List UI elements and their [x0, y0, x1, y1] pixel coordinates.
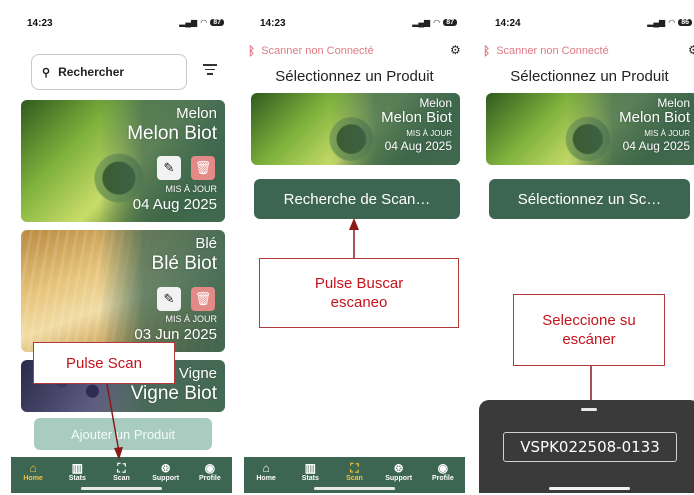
home-icon: ⌂	[29, 461, 37, 475]
bar-chart-icon: ▥	[304, 461, 316, 475]
status-bar: 14:24 ▂▄▆ ◠ 86	[479, 4, 694, 40]
edit-button[interactable]: ✎	[157, 156, 181, 180]
card-category: Blé	[195, 235, 217, 252]
card-name: Melon Biot	[619, 109, 690, 126]
battery-icon: 86	[678, 19, 692, 26]
product-card[interactable]: Melon Melon Biot ✎ 🗑 MIS À JOUR 04 Aug 2…	[21, 100, 225, 222]
callout-search: Pulse Buscar escaneo	[259, 258, 459, 328]
pencil-icon: ✎	[163, 160, 175, 175]
support-icon: ⊛	[160, 461, 171, 475]
callout-scan: Pulse Scan	[33, 342, 175, 384]
card-updated-label: MIS À JOUR	[644, 129, 690, 138]
status-bar: 14:23 ▂▄▆ ◠ 87	[11, 4, 232, 40]
wifi-icon: ◠	[668, 18, 676, 27]
bar-chart-icon: ▥	[71, 461, 83, 475]
scan-search-button[interactable]: Recherche de Scan…	[254, 179, 460, 219]
search-placeholder: Rechercher	[58, 65, 125, 79]
screen-select-scanner: 14:24 ▂▄▆ ◠ 86 ᛒ Scanner non Connecté ⚙ …	[479, 4, 694, 493]
callout-arrow	[106, 384, 123, 460]
filter-icon[interactable]	[203, 64, 217, 78]
gear-icon[interactable]: ⚙	[688, 43, 694, 57]
card-name: Vigne Biot	[130, 383, 217, 404]
tab-profile[interactable]: ◉ Profile	[423, 461, 463, 482]
wifi-icon: ◠	[433, 18, 441, 27]
card-category: Melon	[176, 105, 217, 122]
status-time: 14:23	[27, 18, 53, 29]
page-title: Sélectionnez un Produit	[275, 68, 434, 85]
tab-stats[interactable]: ▥ Stats	[57, 461, 97, 482]
home-indicator	[549, 487, 630, 490]
card-category: Melon	[419, 96, 452, 110]
screen-scan: 14:23 ▂▄▆ ◠ 87 ᛒ Scanner non Connecté ⚙ …	[244, 4, 465, 493]
tab-home[interactable]: ⌂ Home	[246, 461, 286, 482]
tab-home[interactable]: ⌂ Home	[13, 461, 53, 482]
card-name: Blé Biot	[151, 253, 217, 274]
status-icons: ▂▄▆ ◠ 86	[647, 18, 692, 27]
page-title: Sélectionnez un Produit	[510, 68, 669, 85]
tab-scan[interactable]: ⛶ Scan	[101, 461, 141, 482]
edit-button[interactable]: ✎	[157, 287, 181, 311]
screen-home: 14:23 ▂▄▆ ◠ 87 ⚲ Rechercher Melon Melon …	[11, 4, 232, 493]
scanner-status: ᛒ Scanner non Connecté	[483, 44, 609, 58]
status-time: 14:23	[260, 18, 286, 29]
tab-scan[interactable]: ⛶ Scan	[334, 461, 374, 482]
card-name: Melon Biot	[381, 109, 452, 126]
support-icon: ⊛	[393, 461, 404, 475]
tab-stats[interactable]: ▥ Stats	[290, 461, 330, 482]
status-time: 14:24	[495, 18, 521, 29]
wifi-icon: ◠	[200, 18, 208, 27]
scanner-status: ᛒ Scanner non Connecté	[248, 44, 374, 58]
tab-profile[interactable]: ◉ Profile	[190, 461, 230, 482]
card-name: Melon Biot	[127, 123, 217, 144]
scan-icon: ⛶	[350, 461, 359, 475]
scanner-list-item[interactable]: VSPK022508-0133	[503, 432, 677, 462]
signal-icon: ▂▄▆	[179, 18, 198, 27]
signal-icon: ▂▄▆	[647, 18, 666, 27]
status-bar: 14:23 ▂▄▆ ◠ 87	[244, 4, 465, 40]
battery-icon: 87	[443, 19, 457, 26]
home-indicator	[314, 487, 395, 490]
card-updated-label: MIS À JOUR	[406, 129, 452, 138]
product-card[interactable]: Blé Blé Biot ✎ 🗑 MIS À JOUR 03 Jun 2025	[21, 230, 225, 352]
selected-product-card[interactable]: Melon Melon Biot MIS À JOUR 04 Aug 2025	[486, 93, 694, 165]
trash-icon: 🗑	[194, 160, 212, 175]
gear-icon[interactable]: ⚙	[450, 43, 461, 57]
card-date: 03 Jun 2025	[134, 326, 217, 343]
callout-select: Seleccione su escáner	[513, 294, 665, 366]
card-date: 04 Aug 2025	[132, 196, 217, 213]
card-updated-label: MIS À JOUR	[165, 314, 217, 324]
delete-button[interactable]: 🗑	[191, 156, 215, 180]
home-indicator	[81, 487, 162, 490]
status-icons: ▂▄▆ ◠ 87	[412, 18, 457, 27]
search-input[interactable]: ⚲ Rechercher	[31, 54, 187, 90]
home-icon: ⌂	[262, 461, 270, 475]
callout-arrow	[349, 218, 359, 258]
bluetooth-icon: ᛒ	[483, 44, 491, 58]
selected-product-card[interactable]: Melon Melon Biot MIS À JOUR 04 Aug 2025	[251, 93, 460, 165]
select-scanner-button[interactable]: Sélectionnez un Sc…	[489, 179, 690, 219]
card-date: 04 Aug 2025	[384, 139, 452, 153]
trash-icon: 🗑	[194, 291, 212, 306]
card-updated-label: MIS À JOUR	[165, 184, 217, 194]
bluetooth-icon: ᛒ	[248, 44, 256, 58]
tab-support[interactable]: ⊛ Support	[146, 461, 186, 482]
card-date: 04 Aug 2025	[622, 139, 690, 153]
profile-icon: ◉	[204, 461, 216, 475]
card-category: Vigne	[178, 365, 217, 382]
delete-button[interactable]: 🗑	[191, 287, 215, 311]
search-icon: ⚲	[42, 66, 51, 79]
tab-support[interactable]: ⊛ Support	[379, 461, 419, 482]
signal-icon: ▂▄▆	[412, 18, 431, 27]
profile-icon: ◉	[437, 461, 449, 475]
pencil-icon: ✎	[163, 291, 175, 306]
battery-icon: 87	[210, 19, 224, 26]
sheet-handle[interactable]	[581, 408, 597, 411]
card-category: Melon	[657, 96, 690, 110]
status-icons: ▂▄▆ ◠ 87	[179, 18, 224, 27]
